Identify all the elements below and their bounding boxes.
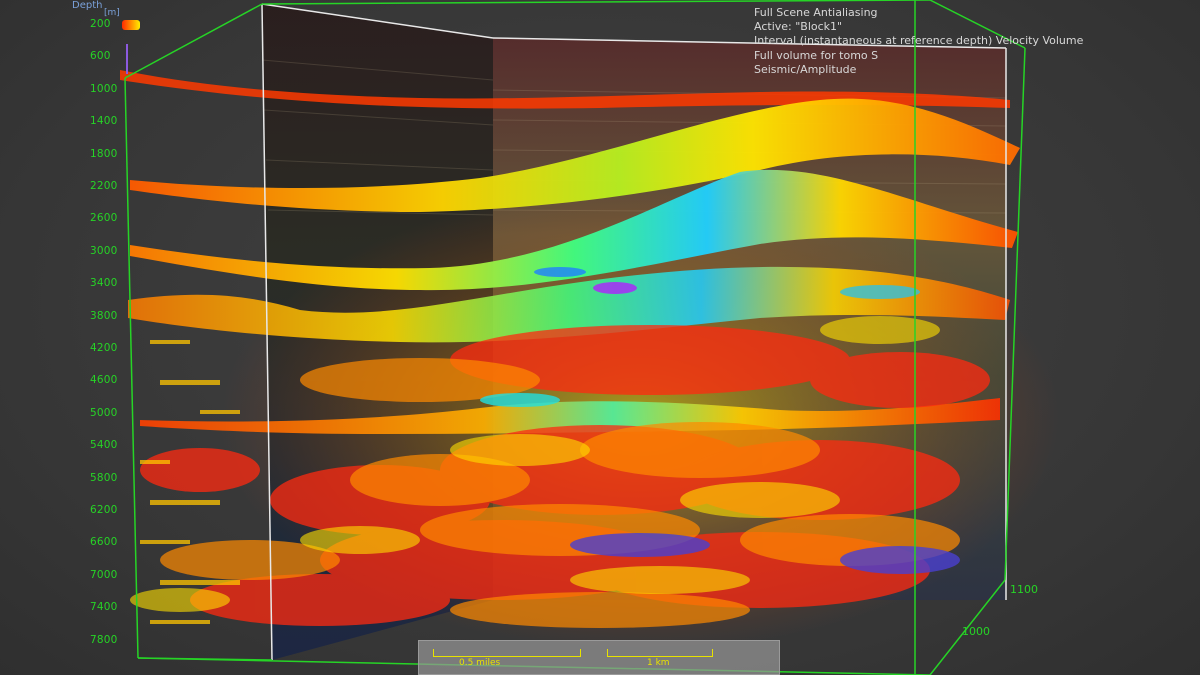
- info-line-tomo-volume: Full volume for tomo S: [754, 48, 879, 62]
- info-line-antialiasing: Full Scene Antialiasing: [754, 6, 878, 19]
- depth-tick-label: 6200: [90, 504, 118, 516]
- scale-bar-panel: 0.5 miles 1 km: [418, 640, 780, 675]
- depth-tick-label: 7400: [90, 601, 118, 614]
- scale-label-km: 1 km: [647, 658, 670, 668]
- right-axis-label-1000: 1000: [962, 625, 990, 638]
- scale-bar-miles: [433, 649, 581, 657]
- depth-tick-label: 3000: [90, 244, 118, 257]
- depth-tick-label: 5400: [90, 439, 118, 452]
- info-panel: Full Scene Antialiasing Active: "Block1"…: [754, 6, 1083, 77]
- depth-tick-label: 1800: [90, 147, 118, 160]
- depth-tick-label: 600: [90, 50, 111, 63]
- depth-tick-label: 4200: [90, 342, 118, 354]
- scale-label-miles: 0.5 miles: [459, 658, 501, 668]
- seismic-scene[interactable]: [0, 0, 1200, 675]
- depth-tick-label: 7000: [90, 568, 118, 581]
- 3d-viewport[interactable]: Depth [m] 200 600 1000 1400 1800 2200 2600 3000…: [0, 0, 1200, 675]
- depth-tick-label: 200: [90, 18, 111, 30]
- depth-tick-label: 1400: [90, 115, 118, 128]
- depth-tick-label: 3400: [90, 277, 118, 290]
- depth-tick-label: 3800: [90, 309, 118, 322]
- depth-axis-title: Depth: [72, 0, 103, 11]
- depth-tick-label: 2600: [90, 212, 118, 225]
- info-line-velocity-volume: Interval (instantaneous at reference dep…: [754, 34, 1084, 48]
- depth-tick-label: 6600: [90, 536, 118, 549]
- depth-tick-label: 5000: [90, 406, 118, 419]
- depth-tick-label: 1000: [90, 82, 118, 95]
- depth-tick-label: 2200: [90, 180, 118, 192]
- depth-tick-label: 4600: [90, 374, 118, 387]
- depth-tick-label: 7800: [90, 633, 118, 646]
- right-axis-label-1100: 1100: [1010, 583, 1038, 596]
- info-line-seismic-amplitude: Seismic/Amplitude: [754, 62, 857, 76]
- depth-axis-unit: [m]: [104, 8, 120, 18]
- depth-tick-label: 5800: [90, 471, 118, 484]
- scale-bar-km: [607, 649, 713, 657]
- info-line-active-block: Active: "Block1": [754, 20, 843, 34]
